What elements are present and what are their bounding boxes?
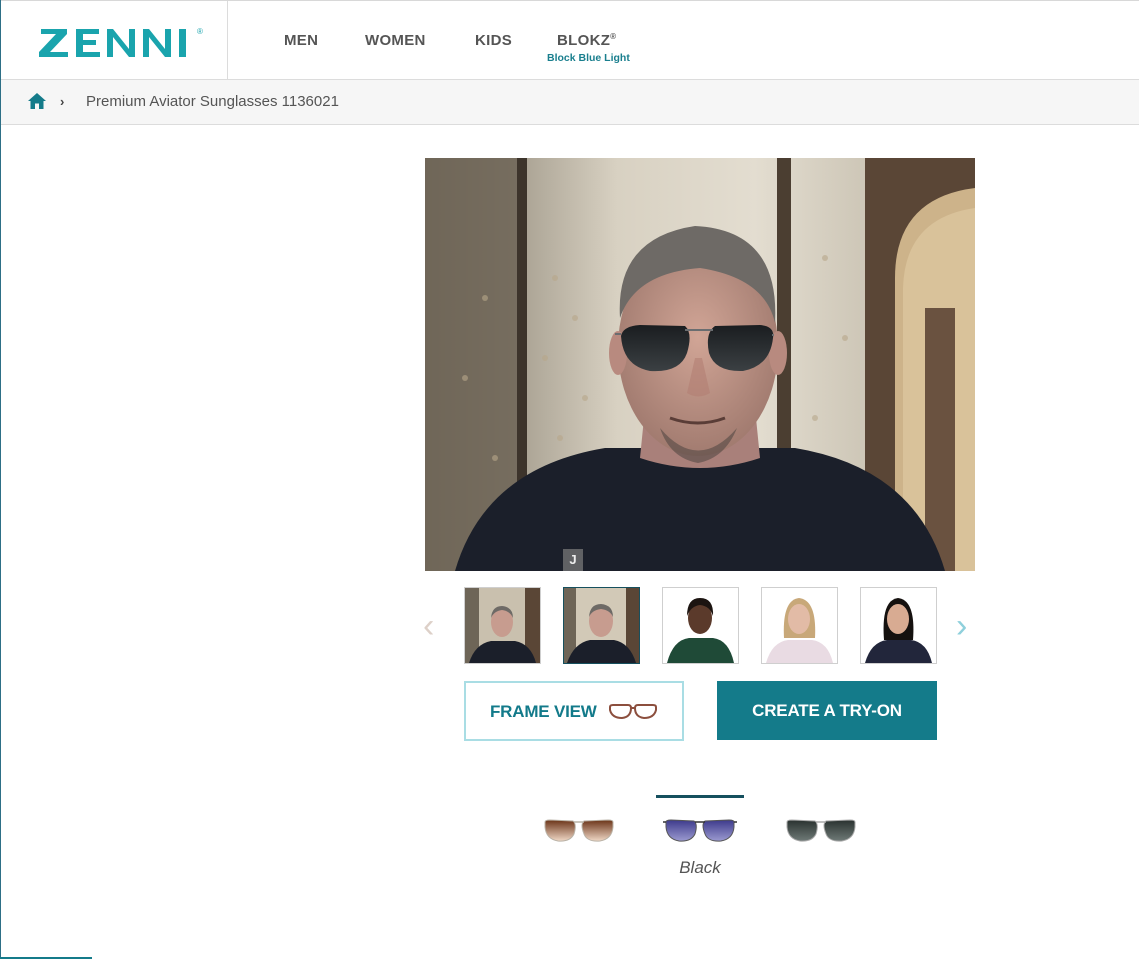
thumbnail-user-tryon-2[interactable]	[563, 587, 640, 664]
logo-registered-mark: ®	[197, 27, 203, 36]
frame-view-button[interactable]: FRAME VIEW	[464, 681, 684, 741]
nav-blokz[interactable]: BLOKZ®	[557, 32, 616, 49]
black-swatch[interactable]	[663, 812, 737, 852]
chevron-left-icon[interactable]: ‹	[423, 609, 434, 643]
breadcrumb: › Premium Aviator Sunglasses 1136021	[1, 80, 1139, 125]
thumbnail-model-woman-green[interactable]	[662, 587, 739, 664]
watermark-badge: J	[563, 549, 583, 571]
glasses-icon	[609, 704, 657, 720]
site-header: ® MEN WOMEN KIDS BLOKZ® Block Blue Light	[1, 1, 1139, 80]
thumbnail-image	[564, 588, 639, 663]
man-wearing-aviator-sunglasses	[425, 158, 975, 571]
registered-mark: ®	[610, 32, 617, 41]
nav-blokz-subtitle[interactable]: Block Blue Light	[547, 52, 630, 64]
thumbnail-model-woman-blonde[interactable]	[761, 587, 838, 664]
frame-view-label: FRAME VIEW	[490, 702, 597, 721]
thumbnail-user-tryon-1[interactable]	[464, 587, 541, 664]
thumbnail-image	[762, 588, 837, 663]
selected-color-label: Black	[679, 858, 721, 877]
chevron-right-icon[interactable]: ›	[956, 609, 967, 643]
nav-women[interactable]: WOMEN	[365, 32, 426, 49]
window-left-border	[0, 0, 1, 959]
gray-swatch[interactable]	[784, 812, 858, 852]
zenni-logo[interactable]: ®	[37, 23, 209, 57]
nav-blokz-label[interactable]: BLOKZ	[557, 32, 610, 49]
home-icon[interactable]	[28, 93, 46, 109]
thumbnail-image	[861, 588, 936, 663]
thumbnail-image	[465, 588, 540, 663]
brown-gradient-swatch[interactable]	[542, 812, 616, 852]
thumbnail-model-woman-dark-hair[interactable]	[860, 587, 937, 664]
create-try-on-button[interactable]: CREATE A TRY-ON	[717, 681, 937, 740]
main-tryon-image: J	[425, 158, 975, 571]
selected-swatch-indicator	[656, 795, 744, 798]
thumbnail-image	[663, 588, 738, 663]
create-try-on-label: CREATE A TRY-ON	[752, 701, 902, 720]
nav-men[interactable]: MEN	[284, 32, 318, 49]
breadcrumb-current: Premium Aviator Sunglasses 1136021	[86, 93, 339, 110]
nav-kids[interactable]: KIDS	[475, 32, 512, 49]
logo-container[interactable]: ®	[1, 1, 228, 79]
chevron-right-icon: ›	[60, 94, 65, 109]
